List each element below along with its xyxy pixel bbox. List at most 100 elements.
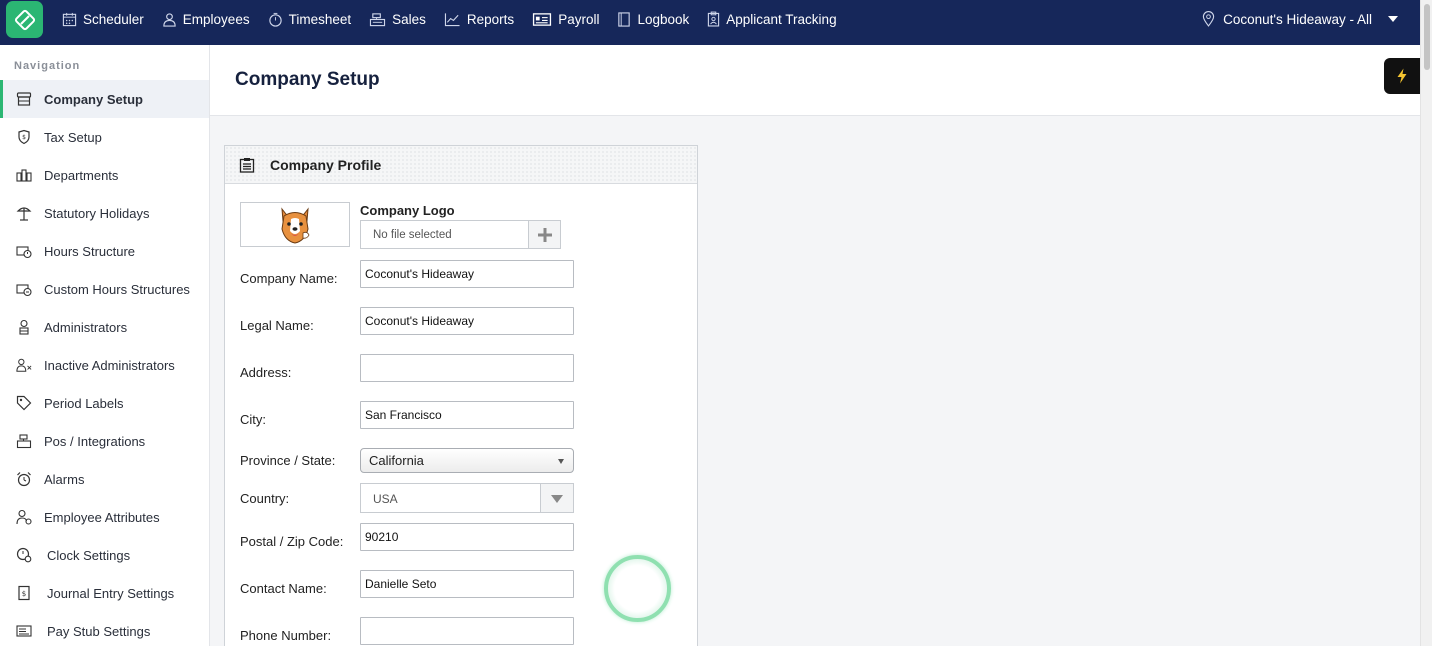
attributes-icon (16, 509, 32, 525)
sidebar-item-label: Clock Settings (47, 547, 131, 563)
page-scrollbar[interactable] (1420, 0, 1432, 646)
sidebar-item-label: Tax Setup (44, 129, 102, 145)
pos-icon (16, 434, 32, 449)
sidebar-item-administrators[interactable]: Administrators (0, 308, 209, 346)
chevron-down-icon (1388, 16, 1398, 22)
logo-icon (14, 9, 35, 30)
svg-text:$: $ (22, 134, 26, 141)
postal-code-label: Postal / Zip Code: (240, 534, 344, 549)
nav-logbook-label: Logbook (637, 11, 690, 27)
paystub-icon (16, 625, 32, 637)
clock-settings-icon (16, 547, 32, 563)
company-name-label: Company Name: (240, 271, 338, 286)
sidebar-item-label: Statutory Holidays (44, 205, 150, 221)
sidebar-item-label: Pay Stub Settings (47, 623, 151, 639)
tag-icon (16, 395, 32, 411)
company-logo-label: Company Logo (360, 203, 455, 218)
country-label: Country: (240, 491, 290, 506)
sidebar-item-company-setup[interactable]: Company Setup (0, 80, 209, 118)
nav-payroll-label: Payroll (558, 11, 600, 27)
stopwatch-icon (268, 12, 282, 27)
book-icon (618, 11, 631, 27)
postal-code-input[interactable] (360, 523, 574, 551)
province-value: California (369, 453, 424, 468)
corgi-logo-image (281, 206, 310, 244)
departments-icon (16, 169, 32, 182)
contact-name-input[interactable] (360, 570, 574, 598)
address-input[interactable] (360, 354, 574, 382)
user-icon (163, 12, 176, 27)
sidebar-item-pos-integrations[interactable]: Pos / Integrations (0, 422, 209, 460)
clipboard-icon (708, 11, 720, 27)
nav-logbook[interactable]: Logbook (617, 12, 689, 27)
sidebar-item-period-labels[interactable]: Period Labels (0, 384, 209, 422)
add-logo-button[interactable] (528, 220, 561, 249)
panel-title: Company Profile (270, 157, 382, 173)
nav-scheduler[interactable]: Scheduler (62, 12, 144, 27)
nav-employees-label: Employees (182, 11, 250, 27)
nav-applicant-tracking-label: Applicant Tracking (726, 11, 837, 27)
sidebar-item-label: Alarms (44, 471, 85, 487)
sidebar-item-hours-structure[interactable]: Hours Structure (0, 232, 209, 270)
company-logo-preview (240, 202, 350, 247)
sidebar-item-tax-setup[interactable]: $ Tax Setup (0, 118, 209, 156)
clipboard-list-icon (239, 158, 255, 173)
sidebar: Navigation Company Setup $ Tax Setup Dep… (0, 45, 210, 646)
click-indicator (604, 555, 671, 622)
scrollbar-thumb[interactable] (1424, 4, 1430, 70)
country-value: USA (373, 492, 398, 506)
city-input[interactable] (360, 401, 574, 429)
nav-timesheet-label: Timesheet (288, 11, 352, 27)
plus-icon (537, 227, 552, 242)
legal-name-label: Legal Name: (240, 318, 314, 333)
sidebar-item-journal-entry-settings[interactable]: $ Journal Entry Settings (0, 574, 209, 612)
sidebar-item-alarms[interactable]: Alarms (0, 460, 209, 498)
chevron-down-icon (558, 459, 564, 464)
store-icon (16, 92, 32, 106)
province-select[interactable]: California (360, 448, 574, 473)
sidebar-item-clock-settings[interactable]: Clock Settings (0, 536, 209, 574)
nav-reports[interactable]: Reports (444, 12, 514, 27)
logo-file-input[interactable]: No file selected (360, 220, 529, 249)
nav-scheduler-label: Scheduler (83, 11, 144, 27)
sidebar-item-statutory-holidays[interactable]: Statutory Holidays (0, 194, 209, 232)
sidebar-item-pay-stub-settings[interactable]: Pay Stub Settings (0, 612, 209, 646)
nav-timesheet[interactable]: Timesheet (268, 11, 352, 27)
alarm-icon (17, 472, 31, 487)
app-logo[interactable] (6, 1, 43, 38)
legal-name-input[interactable] (360, 307, 574, 335)
hours-icon (16, 246, 32, 259)
quick-actions-button[interactable] (1384, 58, 1420, 94)
panel-header: Company Profile (225, 146, 697, 184)
nav-sales[interactable]: Sales (369, 12, 426, 27)
page-title: Company Setup (235, 69, 380, 90)
lightning-icon (1397, 68, 1407, 84)
address-label: Address: (240, 365, 292, 380)
city-label: City: (240, 412, 266, 427)
sidebar-item-custom-hours-structures[interactable]: Custom Hours Structures (0, 270, 209, 308)
sidebar-item-label: Administrators (44, 319, 128, 335)
country-select[interactable]: USA (360, 483, 574, 513)
chart-icon (444, 12, 460, 26)
sidebar-item-employee-attributes[interactable]: Employee Attributes (0, 498, 209, 536)
dropdown-arrow-icon[interactable] (540, 484, 573, 512)
custom-hours-icon (16, 284, 32, 297)
sidebar-item-departments[interactable]: Departments (0, 156, 209, 194)
sidebar-item-label: Company Setup (44, 91, 143, 107)
register-icon (370, 12, 386, 26)
content-header: Company Setup (210, 45, 1420, 116)
holiday-icon (16, 207, 32, 221)
province-label: Province / State: (240, 453, 336, 468)
nav-payroll[interactable]: Payroll (532, 12, 599, 27)
top-nav-bar: Scheduler Employees Timesheet Sales Repo… (0, 0, 1420, 45)
nav-reports-label: Reports (466, 11, 515, 27)
sidebar-item-inactive-administrators[interactable]: Inactive Administrators (0, 346, 209, 384)
journal-icon: $ (18, 585, 30, 601)
location-selector[interactable]: Coconut's Hideaway - All (1202, 0, 1398, 38)
nav-applicant-tracking[interactable]: Applicant Tracking (707, 11, 837, 27)
nav-employees[interactable]: Employees (162, 12, 250, 27)
phone-number-input[interactable] (360, 617, 574, 645)
admin-icon (19, 319, 29, 335)
company-name-input[interactable] (360, 260, 574, 288)
phone-number-label: Phone Number: (240, 628, 332, 643)
